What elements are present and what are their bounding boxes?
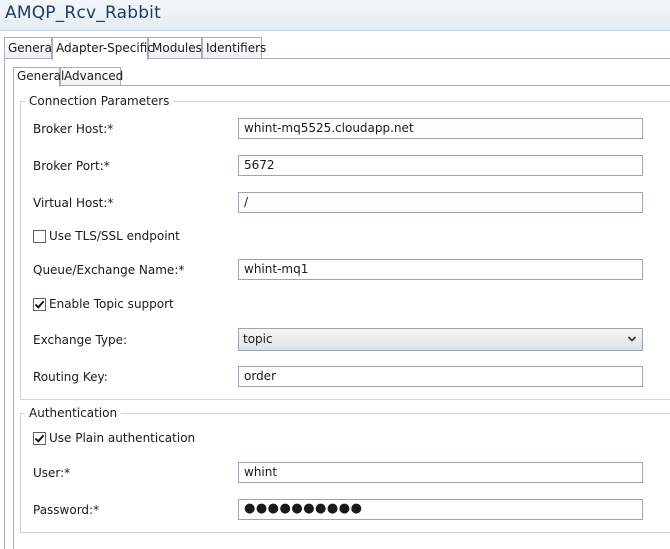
broker-port-label: Broker Port:* — [33, 159, 110, 173]
tab-adapter-specific[interactable]: Adapter-Specific — [52, 37, 154, 60]
topic-support-checkbox-label: Enable Topic support — [49, 297, 174, 311]
chevron-down-icon — [627, 336, 637, 342]
tab-identifiers[interactable]: Identifiers — [202, 37, 266, 59]
password-input[interactable]: ●●●●●●●●●● — [238, 499, 643, 520]
broker-port-input[interactable]: 5672 — [238, 155, 643, 176]
checkmark-icon — [34, 434, 45, 443]
plain-auth-checkbox-label: Use Plain authentication — [49, 431, 196, 445]
password-label: Password:* — [33, 503, 100, 517]
broker-host-input[interactable]: whint-mq5525.cloudapp.net — [238, 118, 643, 139]
user-input[interactable]: whint — [238, 462, 643, 483]
tab-inner-general[interactable]: General — [13, 67, 64, 87]
checkmark-icon — [34, 300, 45, 309]
routing-key-label: Routing Key: — [33, 370, 108, 384]
routing-key-input[interactable]: order — [238, 366, 643, 387]
connection-parameters-legend: Connection Parameters — [25, 94, 174, 108]
exchange-type-label: Exchange Type: — [33, 333, 128, 347]
inner-tab-bar: General Advanced — [13, 67, 213, 87]
tab-modules[interactable]: Modules — [148, 37, 202, 59]
queue-exchange-name-label: Queue/Exchange Name:* — [33, 263, 185, 277]
tab-inner-advanced[interactable]: Advanced — [60, 67, 123, 86]
virtual-host-input[interactable]: / — [238, 192, 643, 213]
virtual-host-label: Virtual Host:* — [33, 196, 114, 210]
user-label: User:* — [33, 466, 71, 480]
title-bar: AMQP_Rcv_Rabbit — [0, 0, 670, 31]
exchange-type-selected-value: topic — [243, 332, 273, 346]
tab-general[interactable]: General — [4, 37, 55, 59]
tls-checkbox-label: Use TLS/SSL endpoint — [49, 229, 180, 243]
outer-tab-bar: General Adapter-Specific Modules Identif… — [4, 37, 670, 60]
broker-host-label: Broker Host:* — [33, 122, 114, 136]
authentication-legend: Authentication — [25, 406, 122, 420]
queue-exchange-name-input[interactable]: whint-mq1 — [238, 259, 643, 280]
topic-support-checkbox[interactable] — [33, 298, 46, 311]
connection-parameters-group: Connection Parameters — [20, 94, 670, 400]
plain-auth-checkbox[interactable] — [33, 432, 46, 445]
window-title: AMQP_Rcv_Rabbit — [5, 3, 161, 23]
tls-checkbox[interactable] — [33, 230, 46, 243]
exchange-type-select[interactable]: topic — [238, 328, 643, 351]
